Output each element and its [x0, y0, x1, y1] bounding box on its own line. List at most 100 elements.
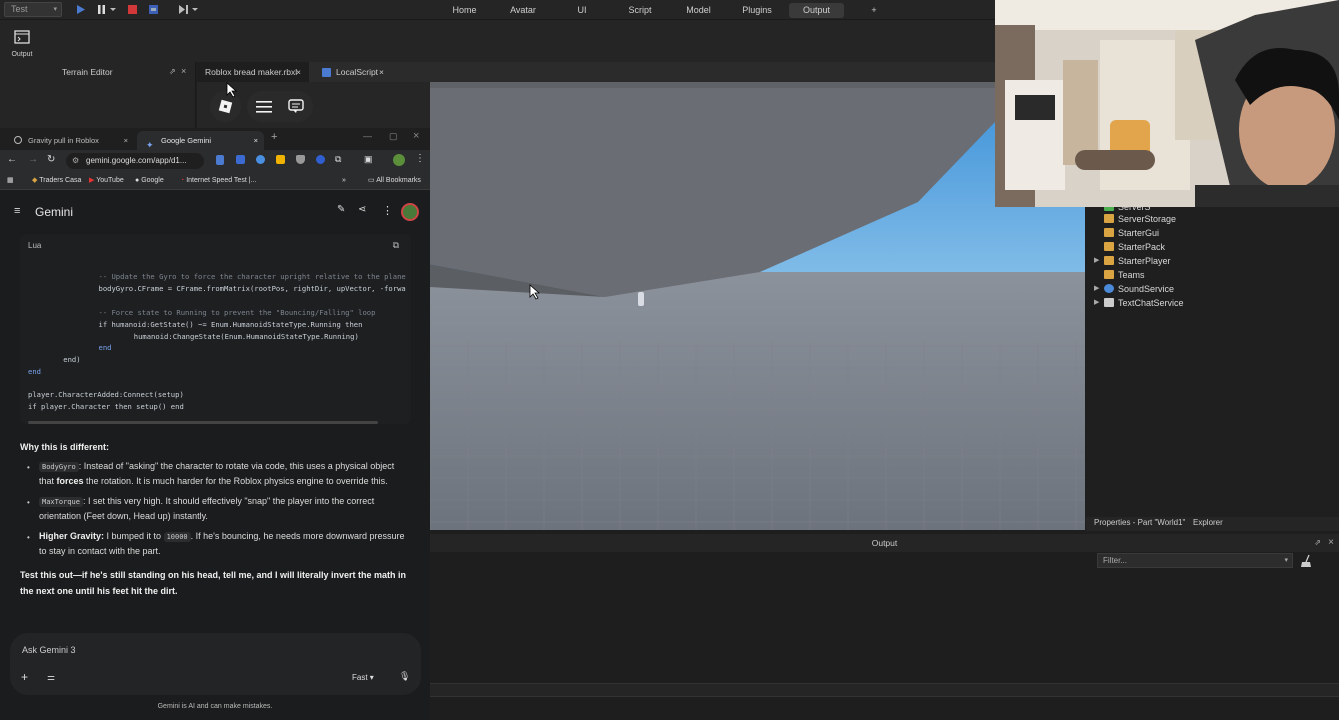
expand-arrow-icon[interactable]: ▶ [1094, 296, 1099, 310]
tools-icon[interactable]: ⚌ [47, 672, 55, 683]
close-icon[interactable]: × [124, 131, 128, 150]
split-view-icon[interactable]: ▣ [364, 154, 373, 165]
share-icon[interactable]: ⋖ [358, 204, 366, 215]
code-scrollbar[interactable] [28, 421, 378, 424]
bookmark-speedtest[interactable]: ◔ Internet Speed Test |... [180, 175, 256, 187]
forward-icon[interactable]: → [28, 154, 38, 165]
close-icon[interactable]: × [254, 131, 258, 150]
code-line: player.CharacterAdded:Connect(setup) [28, 390, 184, 399]
tab-plugins[interactable]: Plugins [737, 3, 777, 18]
back-icon[interactable]: ← [7, 154, 17, 165]
browser-tab-strip: Gravity pull in Roblox × ✦ Google Gemini × … [0, 128, 430, 150]
play-icon[interactable] [75, 4, 86, 15]
account-avatar[interactable] [401, 203, 419, 221]
chevron-down-icon[interactable] [192, 4, 198, 15]
close-window-icon[interactable]: × [413, 130, 419, 142]
explorer-item-soundservice[interactable]: ▶ SoundService [1094, 282, 1175, 296]
tab-script[interactable]: Script [622, 3, 658, 18]
tab-model[interactable]: Model [680, 3, 717, 18]
reload-icon[interactable]: ↻ [47, 154, 55, 165]
more-vert-icon[interactable]: ⋮ [415, 153, 425, 164]
site-info-icon[interactable]: ⚙ [72, 153, 79, 169]
profile-avatar[interactable] [393, 154, 405, 166]
chevron-down-icon: ▾ [53, 6, 57, 13]
mode-select[interactable]: Test ▾ [4, 2, 62, 17]
output-tool-button[interactable]: Output [8, 28, 36, 60]
explorer-item-teams[interactable]: Teams [1104, 268, 1145, 282]
stop-icon[interactable] [127, 4, 138, 15]
minimize-icon[interactable]: — [363, 131, 372, 141]
doc-tab-place[interactable]: Roblox bread maker.rbxl × [197, 62, 309, 82]
extension-icon[interactable] [276, 155, 285, 164]
chevron-down-icon[interactable] [110, 4, 116, 15]
bookmark-icon: ◆ [32, 177, 38, 184]
explorer-item-textchatservice[interactable]: ▶ TextChatService [1094, 296, 1184, 310]
pause-icon[interactable] [96, 4, 107, 15]
folder-icon: ▭ [368, 177, 375, 184]
bullet-maxtorque-cont: orientation (Feet down, Head up) instant… [39, 511, 208, 521]
command-bar[interactable] [430, 683, 1339, 697]
expand-arrow-icon[interactable]: ▶ [1094, 254, 1099, 268]
close-icon[interactable]: × [1328, 534, 1334, 552]
maximize-icon[interactable]: ▢ [389, 131, 398, 142]
tab-output[interactable]: Output [789, 3, 844, 18]
clear-output-icon[interactable] [1300, 554, 1314, 568]
model-selector[interactable]: Fast ▾ [352, 673, 374, 682]
explorer-item-serverstorage[interactable]: ServerStorage [1104, 212, 1176, 226]
bold-text: forces [56, 476, 84, 486]
popout-icon[interactable]: ⇗ [1314, 534, 1321, 552]
script-icon [322, 68, 331, 77]
explorer-item-label: SoundService [1118, 284, 1175, 294]
output-filter-input[interactable]: Filter... ▾ [1097, 553, 1293, 568]
apps-icon[interactable]: ▦ [7, 175, 14, 187]
extension-icon[interactable] [256, 155, 265, 164]
menu-icon[interactable]: ≡ [14, 205, 20, 217]
add-tab-button[interactable]: + [866, 3, 882, 18]
add-icon[interactable]: + [21, 670, 28, 684]
explorer-item-starterplayer[interactable]: ▶ StarterPlayer [1094, 254, 1171, 268]
tab-home[interactable]: Home [447, 3, 482, 18]
tab-ui[interactable]: UI [570, 3, 594, 18]
bookmark-traders-casa[interactable]: ◆ Traders Casa [32, 175, 81, 187]
explorer-item-starterpack[interactable]: StarterPack [1104, 240, 1165, 254]
shield-icon[interactable] [296, 155, 305, 164]
tab-properties[interactable]: Properties - Part "World1" [1094, 518, 1185, 527]
chevron-down-icon[interactable]: ▾ [1284, 554, 1288, 567]
all-bookmarks[interactable]: ▭ All Bookmarks [368, 175, 421, 187]
game-viewport[interactable] [430, 82, 1085, 530]
browser-tab-gravity[interactable]: Gravity pull in Roblox × [4, 131, 134, 150]
extension-icon[interactable] [236, 155, 245, 164]
prompt-input[interactable]: Ask Gemini 3 [22, 645, 76, 655]
tab-avatar[interactable]: Avatar [503, 3, 543, 18]
copy-icon[interactable]: ⧉ [393, 240, 399, 251]
step-icon[interactable] [178, 4, 189, 15]
bookmarks-overflow-icon[interactable]: » [342, 175, 346, 187]
expand-arrow-icon[interactable]: ▶ [1094, 282, 1099, 296]
browser-tab-label: Google Gemini [161, 136, 212, 145]
puzzle-icon[interactable]: ⧉ [335, 154, 341, 165]
chat-icon[interactable] [288, 99, 304, 114]
new-chat-icon[interactable]: ✎ [337, 204, 345, 215]
tab-explorer[interactable]: Explorer [1193, 518, 1223, 527]
close-icon[interactable]: × [296, 62, 301, 82]
disclaimer: Gemini is AI and can make mistakes. [157, 703, 273, 710]
popout-icon[interactable]: ⇗ [169, 67, 176, 76]
close-icon[interactable]: × [379, 62, 384, 82]
extension-icon[interactable] [316, 155, 325, 164]
bookmark-youtube[interactable]: ▶ YouTube [89, 175, 124, 187]
close-icon[interactable]: × [181, 66, 186, 76]
hamburger-icon[interactable] [256, 99, 272, 114]
prompt-box[interactable]: Ask Gemini 3 + ⚌ Fast ▾ 🎙 [10, 633, 421, 695]
address-bar[interactable]: ⚙ gemini.google.com/app/d1... [66, 153, 204, 169]
browser-tab-gemini[interactable]: ✦ Google Gemini × [137, 131, 264, 150]
extension-icon[interactable] [216, 155, 224, 165]
microphone-icon[interactable]: 🎙 [399, 671, 410, 682]
explorer-item-startergui[interactable]: StarterGui [1104, 226, 1159, 240]
client-server-icon[interactable] [148, 4, 159, 15]
doc-tab-localscript[interactable]: LocalScript × [314, 62, 390, 82]
more-vert-icon[interactable]: ⋮ [382, 204, 393, 217]
bullet-gravity-cont: to stay in contact with the part. [39, 546, 161, 556]
doc-tab-label: Roblox bread maker.rbxl [205, 67, 298, 77]
new-tab-button[interactable]: + [271, 131, 277, 143]
bookmark-google[interactable]: ● Google [135, 175, 164, 187]
